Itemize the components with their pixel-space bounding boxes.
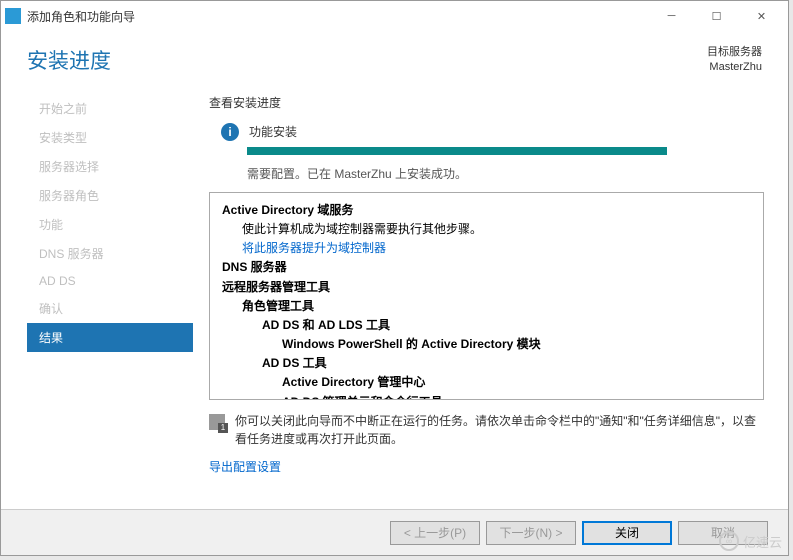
prev-button: < 上一步(P) <box>390 521 480 545</box>
next-button: 下一步(N) > <box>486 521 576 545</box>
nav-before-begin: 开始之前 <box>27 94 193 123</box>
status-text: 功能安装 <box>249 123 297 140</box>
nav-server-select: 服务器选择 <box>27 152 193 181</box>
window-controls: ─ ☐ ✕ <box>649 2 784 30</box>
nav-features: 功能 <box>27 210 193 239</box>
target-server-info: 目标服务器 MasterZhu <box>707 45 762 76</box>
result-ad-ds-title: Active Directory 域服务 <box>222 201 751 220</box>
nav-ad-ds: AD DS <box>27 268 193 294</box>
flag-icon <box>209 414 225 430</box>
window-title: 添加角色和功能向导 <box>27 8 649 25</box>
promote-dc-link[interactable]: 将此服务器提升为域控制器 <box>222 239 751 258</box>
result-rsat-title: 远程服务器管理工具 <box>222 278 751 297</box>
note-text: 你可以关闭此向导而不中断正在运行的任务。请依次单击命令栏中的"通知"和"任务详细… <box>235 412 764 448</box>
minimize-button[interactable]: ─ <box>649 2 694 30</box>
result-ad-ds-tools: AD DS 工具 <box>222 354 751 373</box>
progress-bar <box>247 147 667 155</box>
result-dns-title: DNS 服务器 <box>222 258 751 277</box>
status-row: i 功能安装 <box>209 123 764 141</box>
nav-results[interactable]: 结果 <box>27 323 193 352</box>
cancel-button: 取消 <box>678 521 768 545</box>
close-button[interactable]: ✕ <box>739 2 784 30</box>
config-message: 需要配置。已在 MasterZhu 上安装成功。 <box>209 165 764 182</box>
result-ad-lds: AD DS 和 AD LDS 工具 <box>222 316 751 335</box>
info-icon: i <box>221 123 239 141</box>
page-title: 安装进度 <box>27 45 111 75</box>
result-ad-snapin: AD DS 管理单元和命令行工具 <box>222 393 751 400</box>
result-role-mgmt: 角色管理工具 <box>222 297 751 316</box>
target-value: MasterZhu <box>707 60 762 75</box>
nav-server-roles: 服务器角色 <box>27 181 193 210</box>
wizard-nav: 开始之前 安装类型 服务器选择 服务器角色 功能 DNS 服务器 AD DS 确… <box>27 84 193 476</box>
main-content: 查看安装进度 i 功能安装 需要配置。已在 MasterZhu 上安装成功。 A… <box>193 84 788 476</box>
result-ad-ds-desc: 使此计算机成为域控制器需要执行其他步骤。 <box>222 220 751 239</box>
titlebar: 添加角色和功能向导 ─ ☐ ✕ <box>1 1 788 31</box>
result-ad-center: Active Directory 管理中心 <box>222 373 751 392</box>
nav-install-type: 安装类型 <box>27 123 193 152</box>
app-icon <box>5 8 21 24</box>
maximize-button[interactable]: ☐ <box>694 2 739 30</box>
header: 安装进度 目标服务器 MasterZhu <box>1 31 788 84</box>
wizard-window: 添加角色和功能向导 ─ ☐ ✕ 安装进度 目标服务器 MasterZhu 开始之… <box>0 0 789 556</box>
results-box[interactable]: Active Directory 域服务 使此计算机成为域控制器需要执行其他步骤… <box>209 192 764 400</box>
section-label: 查看安装进度 <box>209 94 764 111</box>
result-ps-module: Windows PowerShell 的 Active Directory 模块 <box>222 335 751 354</box>
export-config-link[interactable]: 导出配置设置 <box>209 458 281 475</box>
nav-confirm: 确认 <box>27 294 193 323</box>
nav-dns-server: DNS 服务器 <box>27 239 193 268</box>
target-label: 目标服务器 <box>707 45 762 60</box>
note-row: 你可以关闭此向导而不中断正在运行的任务。请依次单击命令栏中的"通知"和"任务详细… <box>209 412 764 448</box>
body: 开始之前 安装类型 服务器选择 服务器角色 功能 DNS 服务器 AD DS 确… <box>1 84 788 476</box>
footer: < 上一步(P) 下一步(N) > 关闭 取消 <box>1 509 788 555</box>
close-wizard-button[interactable]: 关闭 <box>582 521 672 545</box>
